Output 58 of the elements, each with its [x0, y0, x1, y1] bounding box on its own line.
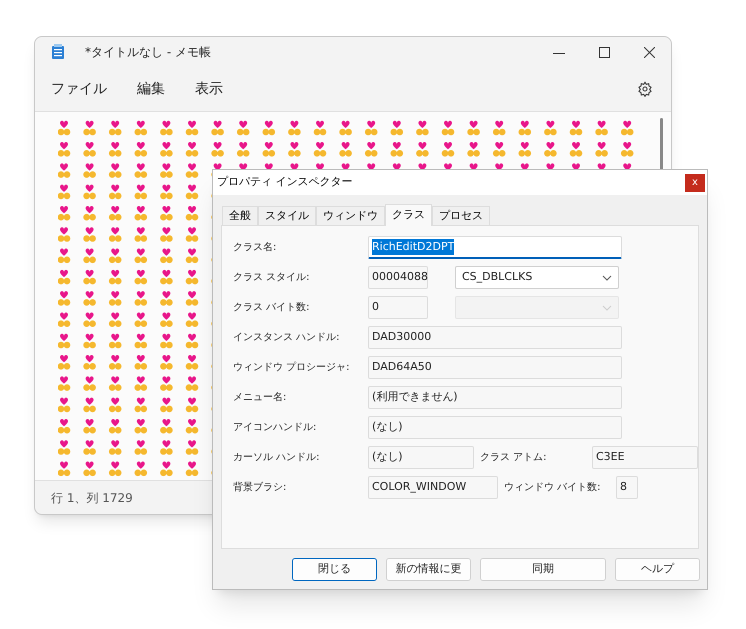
window-title: *タイトルなし - メモ帳 [85, 44, 211, 61]
field-label: カーソル ハンドル: [232, 451, 321, 465]
field-value: (利用できません) [372, 389, 458, 406]
dialog-button[interactable]: 閉じる [292, 558, 377, 581]
field[interactable]: (利用できません) [368, 386, 622, 409]
minimize-icon[interactable] [553, 52, 565, 54]
field-value: DAD30000 [372, 329, 432, 346]
field[interactable]: 0 [368, 296, 428, 319]
dialog-button[interactable]: ヘルプ [615, 558, 700, 581]
dropdown[interactable]: CS_DBLCLKS [455, 266, 619, 289]
field[interactable]: 8 [616, 476, 638, 499]
menu-item[interactable]: 表示 [195, 78, 223, 100]
field[interactable]: 00004088 [368, 266, 428, 289]
field-label: ウィンドウ プロシージャ: [232, 360, 351, 375]
field-label: ウィンドウ バイト数: [504, 481, 602, 495]
field-label: クラス スタイル: [232, 271, 311, 285]
field[interactable]: (なし) [368, 416, 622, 439]
field[interactable]: COLOR_WINDOW [368, 476, 498, 499]
status-text: 行 1、列 1729 [51, 490, 133, 506]
field-label: インスタンス ハンドル: [232, 331, 341, 345]
field-value: COLOR_WINDOW [372, 479, 466, 496]
tab[interactable]: プロセス [432, 206, 490, 225]
field-value: C3EE [596, 449, 625, 466]
menu-item[interactable]: ファイル [51, 78, 107, 100]
dialog-title: プロパティ インスペクター [217, 174, 352, 190]
notepad-icon [51, 44, 65, 60]
chevron-icon [602, 304, 612, 310]
field-label: 背景ブラシ: [232, 480, 288, 495]
field[interactable]: DAD30000 [368, 326, 622, 349]
field-value: RichEditD2DPT [372, 238, 454, 256]
tab[interactable]: スタイル [258, 206, 316, 225]
menu-item[interactable]: 編集 [137, 78, 165, 100]
maximize-icon[interactable] [599, 46, 610, 58]
field-value: 00004088 [372, 269, 428, 286]
field[interactable]: DAD64A50 [368, 356, 622, 379]
tab[interactable]: ウィンドウ [316, 206, 385, 225]
field-label: メニュー名: [232, 391, 288, 405]
field[interactable]: C3EE [592, 446, 698, 469]
field-label: クラス アトム: [480, 451, 548, 465]
tab[interactable]: 全般 [222, 206, 258, 225]
dialog-button[interactable]: 同期 [480, 558, 606, 581]
dialog-button[interactable]: 新の情報に更 [386, 558, 471, 581]
field-value: DAD64A50 [372, 359, 432, 376]
dropdown-value: CS_DBLCLKS [462, 269, 532, 286]
field-label: アイコンハンドル: [232, 421, 318, 435]
field-value: 8 [620, 479, 627, 496]
field-value: 0 [372, 299, 379, 316]
chevron-icon [602, 274, 612, 280]
field-label: クラス名: [232, 241, 278, 255]
field-label: クラス バイト数: [232, 301, 311, 315]
settings-icon[interactable] [637, 81, 653, 97]
field-value: (なし) [372, 449, 403, 466]
field[interactable]: (なし) [368, 446, 474, 469]
close-button[interactable]: x [685, 174, 705, 192]
tab[interactable]: クラス [385, 204, 432, 226]
field[interactable]: RichEditD2DPT [368, 236, 622, 259]
close-icon[interactable] [644, 46, 655, 58]
field-value: (なし) [372, 419, 403, 436]
